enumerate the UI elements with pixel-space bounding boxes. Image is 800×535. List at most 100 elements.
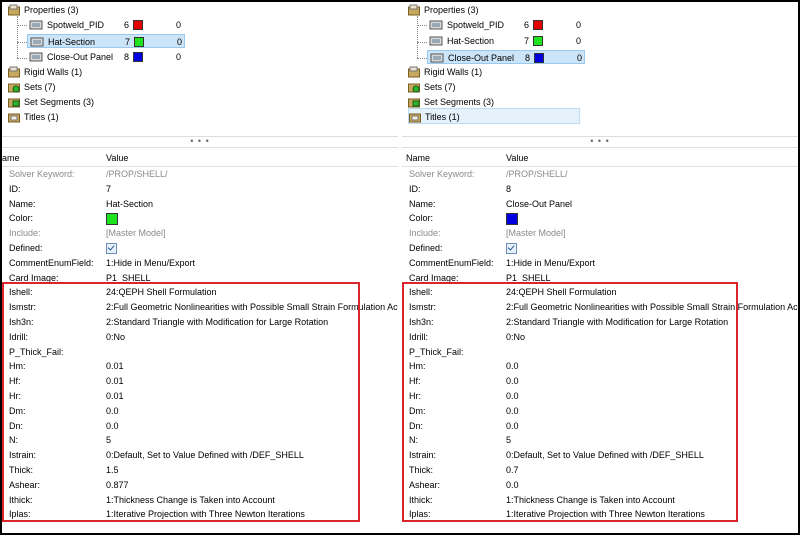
field-value[interactable]: 0.01 — [106, 359, 124, 374]
field-value[interactable]: 2:Full Geometric Nonlinearities with Pos… — [506, 300, 798, 315]
field-value[interactable]: 1:Hide in Menu/Export — [506, 256, 595, 271]
grid-row-card-image[interactable]: Card Image: P1_SHELL — [402, 271, 798, 286]
grid-row-hm[interactable]: Hm: 0.01 — [2, 359, 398, 374]
field-value[interactable]: 5 — [506, 433, 511, 448]
field-value[interactable]: P1_SHELL — [506, 271, 551, 286]
grid-row-n[interactable]: N: 5 — [2, 433, 398, 448]
grid-row-commentenumfield[interactable]: CommentEnumField: 1:Hide in Menu/Export — [2, 256, 398, 271]
field-value[interactable]: 0.01 — [106, 389, 124, 404]
grid-row-name[interactable]: Name: Hat-Section — [2, 197, 398, 212]
grid-row-ismstr[interactable]: Ismstr: 2:Full Geometric Nonlinearities w… — [2, 300, 398, 315]
grid-row-solver-keyword[interactable]: Solver Keyword: /PROP/SHELL/ — [2, 167, 398, 182]
grid-row-include[interactable]: Include: [Master Model] — [402, 226, 798, 241]
grid-row-idrill[interactable]: Idrill: 0:No — [2, 330, 398, 345]
defined-checkbox[interactable] — [506, 243, 517, 255]
field-value[interactable]: 0.0 — [506, 419, 519, 434]
grid-row-p-thick-fail[interactable]: P_Thick_Fail: — [402, 345, 798, 360]
grid-row-dm[interactable]: Dm: 0.0 — [402, 404, 798, 419]
grid-row-ithick[interactable]: Ithick: 1:Thickness Change is Taken into … — [2, 493, 398, 508]
grid-row-hf[interactable]: Hf: 0.0 — [402, 374, 798, 389]
grid-row-hf[interactable]: Hf: 0.01 — [2, 374, 398, 389]
grid-row-dn[interactable]: Dn: 0.0 — [2, 419, 398, 434]
name-column-header[interactable]: Name — [406, 151, 430, 166]
field-value[interactable]: Hat-Section — [106, 197, 153, 212]
field-value[interactable] — [506, 241, 517, 256]
grid-row-defined[interactable]: Defined: — [2, 241, 398, 256]
tree-item-close-out-panel[interactable]: Close-Out Panel 8 0 — [27, 50, 185, 64]
grid-row-ishell[interactable]: Ishell: 24:QEPH Shell Formulation — [2, 285, 398, 300]
grid-row-ish3n[interactable]: Ish3n: 2:Standard Triangle with Modificat… — [402, 315, 798, 330]
grid-row-p-thick-fail[interactable]: P_Thick_Fail: — [2, 345, 398, 360]
field-value[interactable] — [106, 241, 117, 256]
value-column-header[interactable]: Value — [106, 151, 128, 166]
grid-row-iplas[interactable]: Iplas: 1:Iterative Projection with Three … — [402, 507, 798, 522]
name-column-header[interactable]: ame — [2, 151, 20, 166]
field-value[interactable]: 0:No — [106, 330, 125, 345]
grid-row-card-image[interactable]: Card Image: P1_SHELL — [2, 271, 398, 286]
grid-row-id[interactable]: ID: 8 — [402, 182, 798, 197]
tree-item-hat-section[interactable]: Hat-Section 7 0 — [27, 34, 185, 48]
field-value[interactable]: 0.0 — [506, 478, 519, 493]
grid-row-defined[interactable]: Defined: — [402, 241, 798, 256]
grid-row-idrill[interactable]: Idrill: 0:No — [402, 330, 798, 345]
pane-splitter[interactable]: • • • — [2, 136, 398, 148]
grid-row-ish3n[interactable]: Ish3n: 2:Standard Triangle with Modificat… — [2, 315, 398, 330]
field-value[interactable]: 0.877 — [106, 478, 129, 493]
tree-item-spotweld-pid[interactable]: Spotweld_PID 6 0 — [427, 18, 585, 32]
grid-row-ishell[interactable]: Ishell: 24:QEPH Shell Formulation — [402, 285, 798, 300]
grid-row-istrain[interactable]: Istrain: 0:Default, Set to Value Defined … — [402, 448, 798, 463]
grid-row-thick[interactable]: Thick: 1.5 — [2, 463, 398, 478]
color-swatch[interactable] — [506, 213, 518, 226]
grid-row-ashear[interactable]: Ashear: 0.0 — [402, 478, 798, 493]
field-value[interactable]: 0:Default, Set to Value Defined with /DE… — [106, 448, 304, 463]
grid-row-commentenumfield[interactable]: CommentEnumField: 1:Hide in Menu/Export — [402, 256, 798, 271]
field-value[interactable]: 0.0 — [506, 374, 519, 389]
grid-row-n[interactable]: N: 5 — [402, 433, 798, 448]
pane-splitter[interactable]: • • • — [402, 136, 798, 148]
grid-row-istrain[interactable]: Istrain: 0:Default, Set to Value Defined … — [2, 448, 398, 463]
tree-node-titles[interactable]: Titles (1) — [408, 108, 580, 124]
field-value[interactable]: 5 — [106, 433, 111, 448]
grid-row-color[interactable]: Color: — [2, 211, 398, 226]
grid-row-ashear[interactable]: Ashear: 0.877 — [2, 478, 398, 493]
field-value[interactable]: 0.0 — [506, 359, 519, 374]
grid-row-ithick[interactable]: Ithick: 1:Thickness Change is Taken into … — [402, 493, 798, 508]
field-value[interactable]: 2:Full Geometric Nonlinearities with Pos… — [106, 300, 398, 315]
grid-row-id[interactable]: ID: 7 — [2, 182, 398, 197]
field-value[interactable]: 0:No — [506, 330, 525, 345]
field-value[interactable]: 0.0 — [506, 389, 519, 404]
field-value[interactable]: 0.01 — [106, 374, 124, 389]
field-value[interactable] — [506, 211, 518, 226]
field-value[interactable]: 0.0 — [106, 419, 119, 434]
defined-checkbox[interactable] — [106, 243, 117, 255]
field-value[interactable]: 0.0 — [506, 404, 519, 419]
color-swatch[interactable] — [106, 213, 118, 226]
grid-row-ismstr[interactable]: Ismstr: 2:Full Geometric Nonlinearities w… — [402, 300, 798, 315]
field-value[interactable]: 24:QEPH Shell Formulation — [506, 285, 617, 300]
tree-item-close-out-panel[interactable]: Close-Out Panel 8 0 — [427, 50, 585, 64]
field-value[interactable]: 0:Default, Set to Value Defined with /DE… — [506, 448, 704, 463]
value-column-header[interactable]: Value — [506, 151, 528, 166]
grid-row-include[interactable]: Include: [Master Model] — [2, 226, 398, 241]
tree-item-hat-section[interactable]: Hat-Section 7 0 — [427, 34, 585, 48]
field-value[interactable]: P1_SHELL — [106, 271, 151, 286]
grid-row-name[interactable]: Name: Close-Out Panel — [402, 197, 798, 212]
field-value[interactable]: 1.5 — [106, 463, 119, 478]
grid-row-hm[interactable]: Hm: 0.0 — [402, 359, 798, 374]
grid-row-dm[interactable]: Dm: 0.0 — [2, 404, 398, 419]
field-value[interactable] — [106, 211, 118, 226]
field-value[interactable]: 24:QEPH Shell Formulation — [106, 285, 217, 300]
tree-item-spotweld-pid[interactable]: Spotweld_PID 6 0 — [27, 18, 185, 32]
grid-row-thick[interactable]: Thick: 0.7 — [402, 463, 798, 478]
field-value[interactable]: 0.0 — [106, 404, 119, 419]
field-value[interactable]: 1:Thickness Change is Taken into Account — [106, 493, 275, 508]
field-value[interactable]: 1:Iterative Projection with Three Newton… — [506, 507, 705, 522]
field-value[interactable]: 1:Hide in Menu/Export — [106, 256, 195, 271]
field-value[interactable]: 2:Standard Triangle with Modification fo… — [506, 315, 728, 330]
field-value[interactable]: 0.7 — [506, 463, 519, 478]
grid-row-dn[interactable]: Dn: 0.0 — [402, 419, 798, 434]
field-value[interactable]: 8 — [506, 182, 511, 197]
grid-row-hr[interactable]: Hr: 0.01 — [2, 389, 398, 404]
grid-row-hr[interactable]: Hr: 0.0 — [402, 389, 798, 404]
field-value[interactable]: 1:Thickness Change is Taken into Account — [506, 493, 675, 508]
